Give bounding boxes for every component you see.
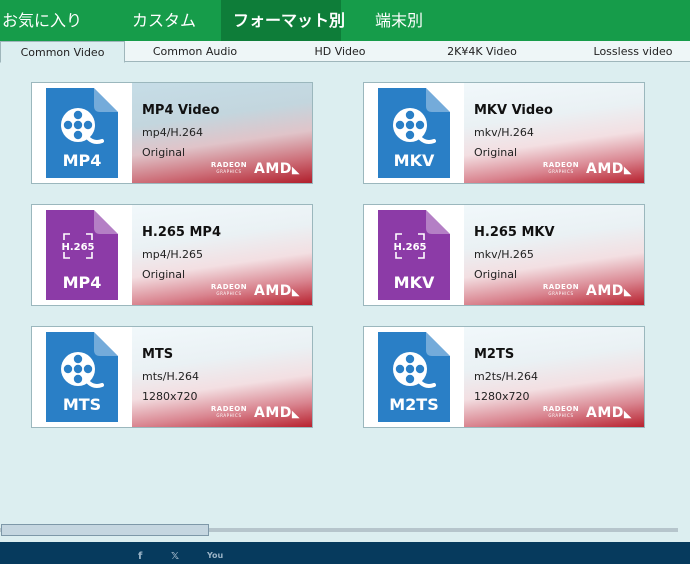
radeon-graphics-logo: RADEON GRAPHICS — [210, 283, 248, 296]
tab-favorites[interactable]: お気に入り — [0, 0, 120, 41]
radeon-graphics-logo: RADEON GRAPHICS — [210, 161, 248, 174]
format-codec: mp4/H.265 — [142, 248, 203, 261]
format-codec: mts/H.264 — [142, 370, 200, 383]
subtab-common-video[interactable]: Common Video — [0, 41, 125, 63]
amd-logo: AMD◣ — [586, 405, 633, 421]
format-info: MP4 Video mp4/H.264 Original RADEON GRAPHICS… — [132, 83, 312, 183]
icon-format-label: MKV — [394, 273, 435, 292]
film-reel-icon: MTS — [46, 332, 118, 422]
h265-icon: H.265 MKV — [378, 210, 450, 300]
format-info: H.265 MKV mkv/H.265 Original RADEON GRAPHICS… — [464, 205, 644, 305]
x-twitter-icon[interactable]: 𝕏 — [171, 551, 179, 562]
format-card[interactable]: MTS MTS mts/H.264 1280x720 RADEON GRAPHICS AMD… — [31, 326, 313, 428]
format-title: MP4 Video — [142, 103, 220, 118]
icon-format-label: MP4 — [63, 273, 102, 292]
format-icon-area: MP4 — [32, 83, 132, 183]
amd-logo: AMD◣ — [254, 161, 301, 177]
format-detail: Original — [142, 146, 186, 159]
format-codec: mkv/H.264 — [474, 126, 534, 139]
icon-format-label: MTS — [63, 395, 101, 414]
icon-format-label: MP4 — [63, 151, 102, 170]
format-card[interactable]: H.265 MKV H.265 MKV mkv/H.265 Original RADEON… — [363, 204, 645, 306]
film-reel-icon: MKV — [378, 88, 450, 178]
format-info: MKV Video mkv/H.264 Original RADEON GRAPHICS… — [464, 83, 644, 183]
radeon-graphics-logo: RADEON GRAPHICS — [210, 405, 248, 418]
icon-badge-text: H.265 — [61, 242, 94, 253]
format-card[interactable]: MP4 MP4 Video mp4/H.264 Original RADEON GRAPH… — [31, 82, 313, 184]
icon-badge-text: H.265 — [393, 242, 426, 253]
format-detail: 1280x720 — [474, 390, 530, 403]
facebook-icon[interactable]: f — [138, 551, 142, 562]
sub-tab-bar: Common Video Common Audio HD Video 2K¥4K… — [0, 41, 690, 63]
subtab-hd-video[interactable]: HD Video — [295, 41, 385, 62]
format-detail: Original — [142, 268, 186, 281]
format-title: MKV Video — [474, 103, 553, 118]
tab-custom[interactable]: カスタム — [120, 0, 220, 41]
footer-bar — [0, 542, 690, 564]
format-detail: Original — [474, 146, 518, 159]
format-title: M2TS — [474, 347, 515, 362]
radeon-graphics-logo: RADEON GRAPHICS — [542, 283, 580, 296]
format-codec: m2ts/H.264 — [474, 370, 539, 383]
radeon-graphics-logo: RADEON GRAPHICS — [542, 405, 580, 418]
format-icon-area: M2TS — [364, 327, 464, 427]
youtube-icon[interactable]: You — [207, 551, 223, 560]
amd-logo: AMD◣ — [586, 283, 633, 299]
format-codec: mkv/H.265 — [474, 248, 534, 261]
format-card[interactable]: MKV MKV Video mkv/H.264 Original RADEON GRAPH… — [363, 82, 645, 184]
format-title: H.265 MP4 — [142, 225, 221, 240]
tab-by-format[interactable]: フォーマット別 — [221, 0, 345, 41]
format-card[interactable]: H.265 MP4 H.265 MP4 mp4/H.265 Original RADEON… — [31, 204, 313, 306]
horizontal-scrollbar-thumb[interactable] — [1, 524, 209, 536]
icon-format-label: MKV — [394, 151, 435, 170]
format-title: MTS — [142, 347, 174, 362]
format-card[interactable]: M2TS M2TS m2ts/H.264 1280x720 RADEON GRAPHICS… — [363, 326, 645, 428]
radeon-graphics-logo: RADEON GRAPHICS — [542, 161, 580, 174]
format-icon-area: MKV — [364, 83, 464, 183]
amd-logo: AMD◣ — [254, 405, 301, 421]
film-reel-icon: M2TS — [378, 332, 450, 422]
subtab-2k4k-video[interactable]: 2K¥4K Video — [432, 41, 532, 62]
film-reel-icon: MP4 — [46, 88, 118, 178]
format-codec: mp4/H.264 — [142, 126, 203, 139]
icon-format-label: M2TS — [389, 395, 439, 414]
subtab-lossless-video[interactable]: Lossless video — [578, 41, 688, 62]
format-info: M2TS m2ts/H.264 1280x720 RADEON GRAPHICS AMD◣ — [464, 327, 644, 427]
format-detail: 1280x720 — [142, 390, 198, 403]
format-icon-area: H.265 MP4 — [32, 205, 132, 305]
format-icon-area: H.265 MKV — [364, 205, 464, 305]
h265-icon: H.265 MP4 — [46, 210, 118, 300]
format-icon-area: MTS — [32, 327, 132, 427]
format-detail: Original — [474, 268, 518, 281]
format-info: H.265 MP4 mp4/H.265 Original RADEON GRAPHICS… — [132, 205, 312, 305]
format-info: MTS mts/H.264 1280x720 RADEON GRAPHICS AMD◣ — [132, 327, 312, 427]
subtab-common-audio[interactable]: Common Audio — [140, 41, 250, 62]
top-tab-bar: お気に入り カスタム フォーマット別 端末別 — [0, 0, 690, 41]
tab-by-device[interactable]: 端末別 — [361, 0, 461, 41]
format-title: H.265 MKV — [474, 225, 555, 240]
amd-logo: AMD◣ — [254, 283, 301, 299]
amd-logo: AMD◣ — [586, 161, 633, 177]
